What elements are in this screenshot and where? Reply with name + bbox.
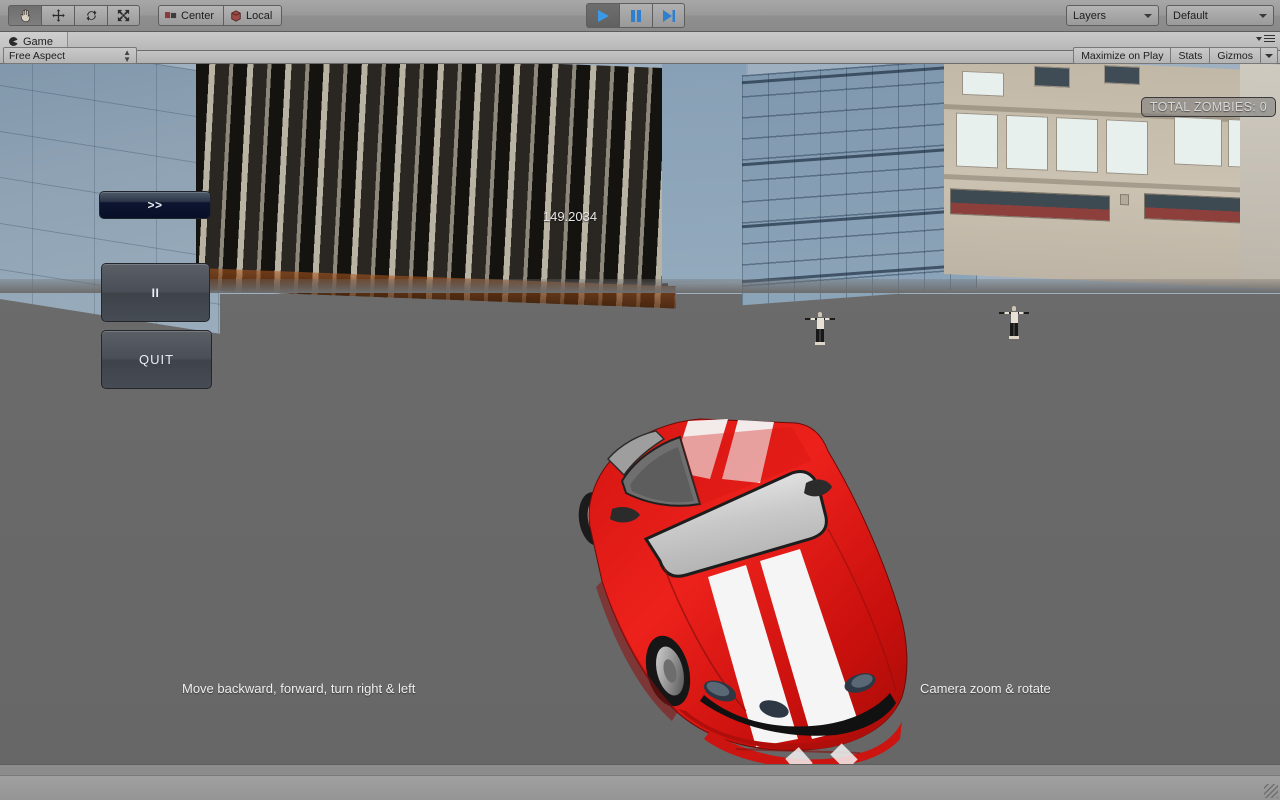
- status-bar: [0, 775, 1280, 800]
- transform-tools-group: [8, 5, 140, 26]
- pause-icon: [629, 9, 643, 23]
- layout-dropdown[interactable]: Default: [1166, 5, 1274, 26]
- game-view-options: Maximize on Play Stats Gizmos: [1073, 47, 1278, 64]
- bottom-strip: [0, 764, 1280, 800]
- chevron-down-icon: [1256, 37, 1262, 41]
- hint-camera: Camera zoom & rotate: [920, 681, 1051, 696]
- aspect-ratio-label: Free Aspect: [9, 50, 123, 62]
- pivot-handle-group: Center Local: [158, 5, 282, 26]
- zombie-legs: [1010, 323, 1018, 337]
- player-car: [560, 409, 940, 764]
- rotate-tool-button[interactable]: [74, 5, 107, 26]
- updown-arrows-icon: ▲▼: [123, 49, 131, 63]
- handle-space-button[interactable]: Local: [223, 5, 282, 26]
- wall-light-fixture: [1120, 194, 1129, 205]
- panel-options-menu[interactable]: [1256, 35, 1275, 42]
- building-striped-highrise: [196, 64, 676, 308]
- quit-button[interactable]: QUIT: [101, 330, 212, 389]
- toolbar-right-dropdowns: Layers Default: [1066, 5, 1274, 26]
- zombie-1: [805, 312, 835, 346]
- play-button[interactable]: [586, 3, 619, 28]
- layers-dropdown[interactable]: Layers: [1066, 5, 1159, 26]
- chevron-down-icon: [1265, 54, 1273, 58]
- step-icon: [661, 9, 677, 23]
- building-curtain-wall: [742, 64, 977, 305]
- hint-movement: Move backward, forward, turn right & lef…: [182, 681, 415, 696]
- move-tool-button[interactable]: [41, 5, 74, 26]
- zombie-counter: TOTAL ZOMBIES: 0: [1141, 97, 1276, 117]
- zombie-2: [999, 306, 1029, 340]
- game-view-toolbar: Free Aspect ▲▼ Maximize on Play Stats Gi…: [0, 51, 1280, 64]
- chevron-down-icon: [1259, 14, 1267, 18]
- game-view-icon: [9, 37, 18, 46]
- step-button[interactable]: [652, 3, 685, 28]
- hand-tool-button[interactable]: [8, 5, 41, 26]
- pivot-mode-button[interactable]: Center: [158, 5, 223, 26]
- unity-editor-window: Center Local: [0, 0, 1280, 800]
- zombie-feet: [815, 342, 825, 345]
- gizmos-dropdown-arrow[interactable]: [1260, 47, 1278, 64]
- layout-label: Default: [1173, 10, 1259, 22]
- pivot-mode-label: Center: [181, 10, 214, 22]
- editor-toolbar: Center Local: [0, 0, 1280, 32]
- maximize-on-play-button[interactable]: Maximize on Play: [1073, 47, 1170, 64]
- aspect-ratio-dropdown[interactable]: Free Aspect ▲▼: [3, 47, 137, 64]
- gizmos-button[interactable]: Gizmos: [1209, 47, 1260, 64]
- next-button[interactable]: >>: [99, 191, 211, 219]
- scale-icon: [116, 8, 131, 23]
- rotate-icon: [84, 8, 99, 23]
- tab-game-label: Game: [23, 36, 53, 48]
- stats-button[interactable]: Stats: [1170, 47, 1209, 64]
- center-pivot-icon: [165, 10, 177, 21]
- hand-icon: [18, 8, 33, 23]
- handle-space-label: Local: [246, 10, 272, 22]
- zombie-head: [1012, 306, 1016, 311]
- game-pause-button[interactable]: II: [101, 263, 210, 322]
- chevron-down-icon: [1144, 14, 1152, 18]
- timer-display: 149.2034: [500, 209, 640, 224]
- zombie-legs: [816, 329, 824, 343]
- zombie-head: [818, 312, 822, 317]
- scale-tool-button[interactable]: [107, 5, 140, 26]
- building-curtain-wall-side: [662, 64, 746, 283]
- game-view-render[interactable]: >> II QUIT 149.2034 TOTAL ZOMBIES: 0 Mov…: [0, 64, 1280, 764]
- layers-label: Layers: [1073, 10, 1144, 22]
- playback-controls: [586, 3, 685, 28]
- move-icon: [51, 8, 66, 23]
- zombie-feet: [1009, 336, 1019, 339]
- car-model: [560, 409, 940, 764]
- local-cube-icon: [230, 10, 242, 22]
- play-icon: [595, 9, 611, 23]
- hamburger-icon: [1264, 35, 1275, 42]
- pause-button[interactable]: [619, 3, 652, 28]
- resize-grip[interactable]: [1264, 784, 1278, 798]
